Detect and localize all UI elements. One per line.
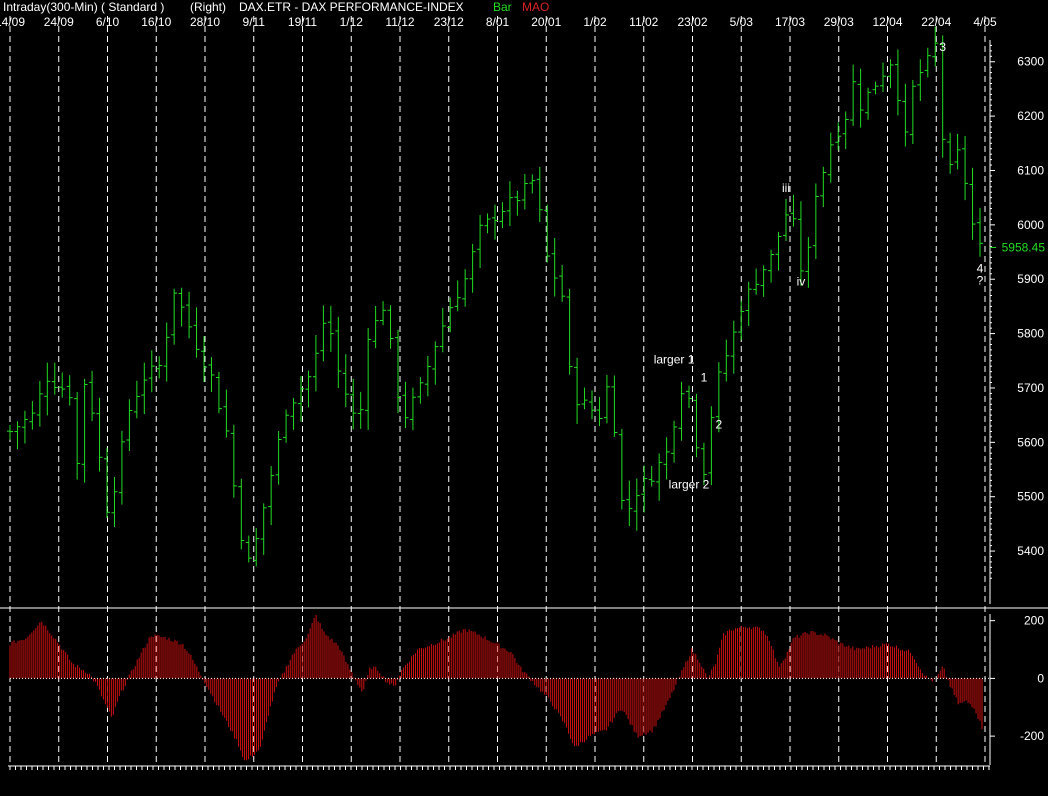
date-label: 16/10 — [141, 15, 171, 29]
price-tick-label: 6000 — [1017, 218, 1044, 232]
wave-annotation: iii — [782, 181, 790, 195]
date-label: 5/03 — [730, 15, 754, 29]
date-label: 14/09 — [0, 15, 25, 29]
wave-annotation: 3 — [939, 40, 946, 54]
date-label: 28/10 — [190, 15, 220, 29]
date-label: 23/02 — [677, 15, 707, 29]
wave-annotation: larger 1 — [654, 352, 695, 366]
date-label: 11/02 — [629, 15, 658, 29]
price-tick-label: 6100 — [1017, 163, 1044, 177]
price-tick-label: 5500 — [1017, 490, 1044, 504]
date-label: 11/12 — [385, 15, 414, 29]
price-tick-label: 5700 — [1017, 381, 1044, 395]
price-tick-label: 5400 — [1017, 544, 1044, 558]
price-chart: 5400 5500 5600 5700 5800 5900 6000 6100 6200 6300… — [0, 15, 1048, 770]
price-bars — [7, 26, 983, 567]
date-label: 12/04 — [872, 15, 902, 29]
date-label: 1/12 — [340, 15, 364, 29]
wave-annotation: 1 — [701, 370, 708, 384]
wave-annotation: larger 2 — [669, 478, 710, 492]
price-tick-label: 5800 — [1017, 327, 1044, 341]
price-tick-label: 5600 — [1017, 435, 1044, 449]
date-label: 8/01 — [486, 15, 510, 29]
date-label: 22/04 — [921, 15, 951, 29]
date-label: 29/03 — [824, 15, 854, 29]
date-label: 24/09 — [44, 15, 74, 29]
date-label: 20/01 — [531, 15, 561, 29]
date-label: 19/11 — [288, 15, 317, 29]
date-label: 6/10 — [96, 15, 120, 29]
price-tick-label: 6300 — [1017, 55, 1044, 69]
last-price-label: 5958.45 — [1002, 240, 1046, 254]
date-label: 17/03 — [775, 15, 805, 29]
date-label: 23/12 — [434, 15, 464, 29]
mao-bars — [9, 614, 990, 761]
price-tick-label: 6200 — [1017, 109, 1044, 123]
date-label: 9/11 — [243, 15, 266, 29]
mao-tick-label: 0 — [1037, 671, 1044, 685]
price-tick-label: 5900 — [1017, 272, 1044, 286]
labels: 14/0924/096/1016/1028/109/1119/111/1211/… — [0, 15, 997, 492]
wave-annotation: 2 — [716, 418, 723, 432]
date-label: 1/02 — [583, 15, 607, 29]
mao-tick-label: 200 — [1024, 614, 1044, 628]
date-label: 4/05 — [973, 15, 997, 29]
mao-tick-label: -200 — [1020, 729, 1044, 743]
wave-annotation: iv — [797, 275, 806, 289]
wave-annotation: ? — [977, 274, 984, 288]
